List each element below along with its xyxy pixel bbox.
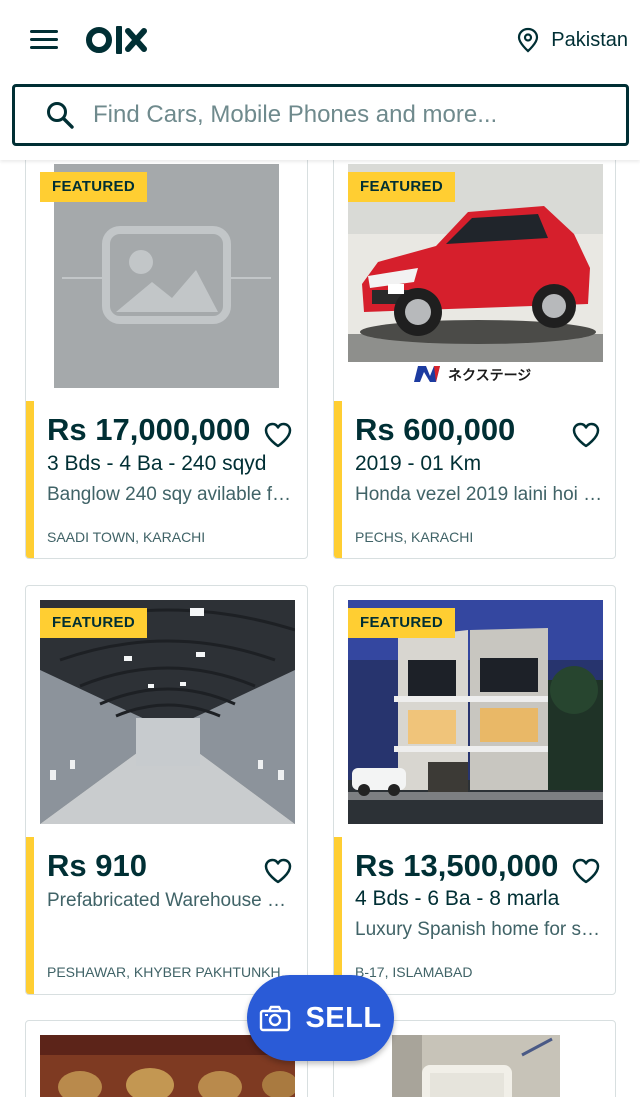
favorite-heart-icon[interactable]: [571, 857, 601, 885]
featured-accent-bar: [334, 837, 342, 994]
featured-accent-bar: [26, 401, 34, 558]
mobile-phone-photo: [392, 1035, 560, 1097]
listing-specs: 3 Bds - 4 Ba - 240 sqyd: [47, 452, 267, 475]
listing-price: Rs 13,500,000: [355, 848, 559, 883]
listing-card[interactable]: FEATURED Rs 13,500,000 4 Bds - 6 Ba - 8 …: [333, 585, 616, 995]
hamburger-menu-icon[interactable]: [30, 29, 58, 51]
location-selector[interactable]: Pakistan: [517, 24, 628, 56]
listing-title: Prefabricated Warehouse Steel Structure: [47, 890, 295, 911]
listing-price: Rs 600,000: [355, 412, 516, 447]
listing-title: Luxury Spanish home for sale: [355, 919, 603, 940]
featured-badge: FEATURED: [40, 608, 147, 638]
listing-specs: 4 Bds - 6 Ba - 8 marla: [355, 887, 560, 910]
listing-location: SAADI TOWN, KARACHI: [47, 529, 206, 545]
listing-title: Banglow 240 sqy avilable for rent: [47, 484, 295, 505]
featured-badge: FEATURED: [40, 172, 147, 202]
favorite-heart-icon[interactable]: [571, 421, 601, 449]
olx-logo[interactable]: [86, 22, 150, 58]
location-label: Pakistan: [551, 28, 628, 51]
featured-badge: FEATURED: [348, 608, 455, 638]
photo-watermark: ネクステージ: [448, 368, 531, 384]
featured-accent-bar: [334, 401, 342, 558]
listing-location: B-17, ISLAMABAD: [355, 964, 473, 980]
favorite-heart-icon[interactable]: [263, 857, 293, 885]
camera-icon: [260, 1005, 291, 1032]
listing-location: PECHS, KARACHI: [355, 529, 474, 545]
location-pin-icon: [518, 27, 539, 53]
app-header: Pakistan: [0, 0, 640, 160]
sell-button[interactable]: SELL: [247, 975, 394, 1061]
listing-card[interactable]: FEATURED Rs 17,000,000 3 Bds - 4 Ba - 24…: [25, 145, 308, 559]
sell-label: SELL: [305, 1001, 382, 1034]
listing-location: PESHAWAR, KHYBER PAKHTUNKHWA: [47, 964, 295, 980]
listing-title: Honda vezel 2019 laini hoi hai: [355, 484, 603, 505]
search-input[interactable]: [93, 101, 593, 129]
featured-accent-bar: [26, 837, 34, 994]
featured-badge: FEATURED: [348, 172, 455, 202]
listing-price: Rs 17,000,000: [47, 412, 251, 447]
favorite-heart-icon[interactable]: [263, 421, 293, 449]
listing-card[interactable]: ネクステージ FEATURED Rs 600,000 2019 - 01 Km …: [333, 145, 616, 559]
listing-photo[interactable]: [392, 1035, 560, 1097]
search-bar[interactable]: [12, 84, 629, 146]
listing-specs: 2019 - 01 Km: [355, 452, 482, 475]
listing-price: Rs 910: [47, 848, 147, 883]
listing-card[interactable]: FEATURED Rs 910 Prefabricated Warehouse …: [25, 585, 308, 995]
search-icon[interactable]: [45, 100, 75, 130]
